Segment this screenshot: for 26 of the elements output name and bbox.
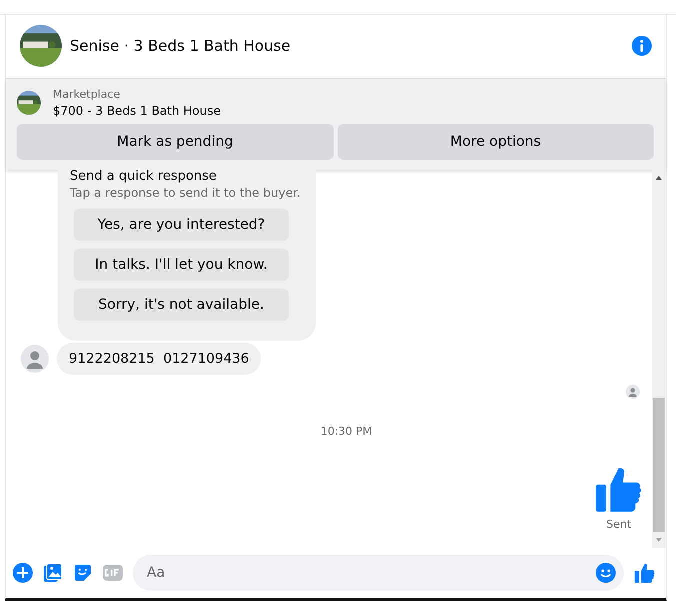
listing-source: Marketplace: [53, 88, 122, 101]
plus-icon[interactable]: [13, 563, 33, 583]
quick-response-button[interactable]: Yes, are you interested?: [74, 208, 289, 241]
image-icon[interactable]: [43, 563, 63, 583]
avatar-icon: [626, 384, 640, 399]
quick-response-button[interactable]: In talks. I'll let you know.: [74, 248, 289, 281]
listing-title: $700 - 3 Beds 1 Bath House: [53, 104, 222, 118]
timestamp: 10:30 PM: [320, 424, 372, 438]
listing-action-button[interactable]: Mark as pending: [17, 124, 334, 160]
scroll-down-icon[interactable]: [655, 536, 663, 544]
scrollbar-thumb[interactable]: [653, 398, 665, 532]
scroll-up-icon[interactable]: [655, 174, 663, 182]
like-button[interactable]: [634, 562, 656, 584]
avatar-icon: [21, 344, 49, 373]
listing-action-button[interactable]: More options: [338, 124, 654, 160]
quick-response-title: Send a quick response: [70, 170, 218, 184]
message-field[interactable]: Aa: [133, 555, 624, 591]
conversation-title: Senise · 3 Beds 1 Bath House: [70, 37, 292, 56]
info-icon[interactable]: [632, 36, 652, 56]
message-input[interactable]: Aa: [145, 564, 596, 582]
message-bubble: 9122208215 0127109436: [57, 342, 262, 375]
quick-response-button[interactable]: Sorry, it's not available.: [74, 288, 289, 321]
sticker-icon[interactable]: [73, 563, 93, 583]
emoji-icon[interactable]: [596, 563, 616, 583]
sent-status: Sent: [606, 518, 632, 531]
quick-response-hint: Tap a response to send it to the buyer.: [70, 186, 302, 200]
